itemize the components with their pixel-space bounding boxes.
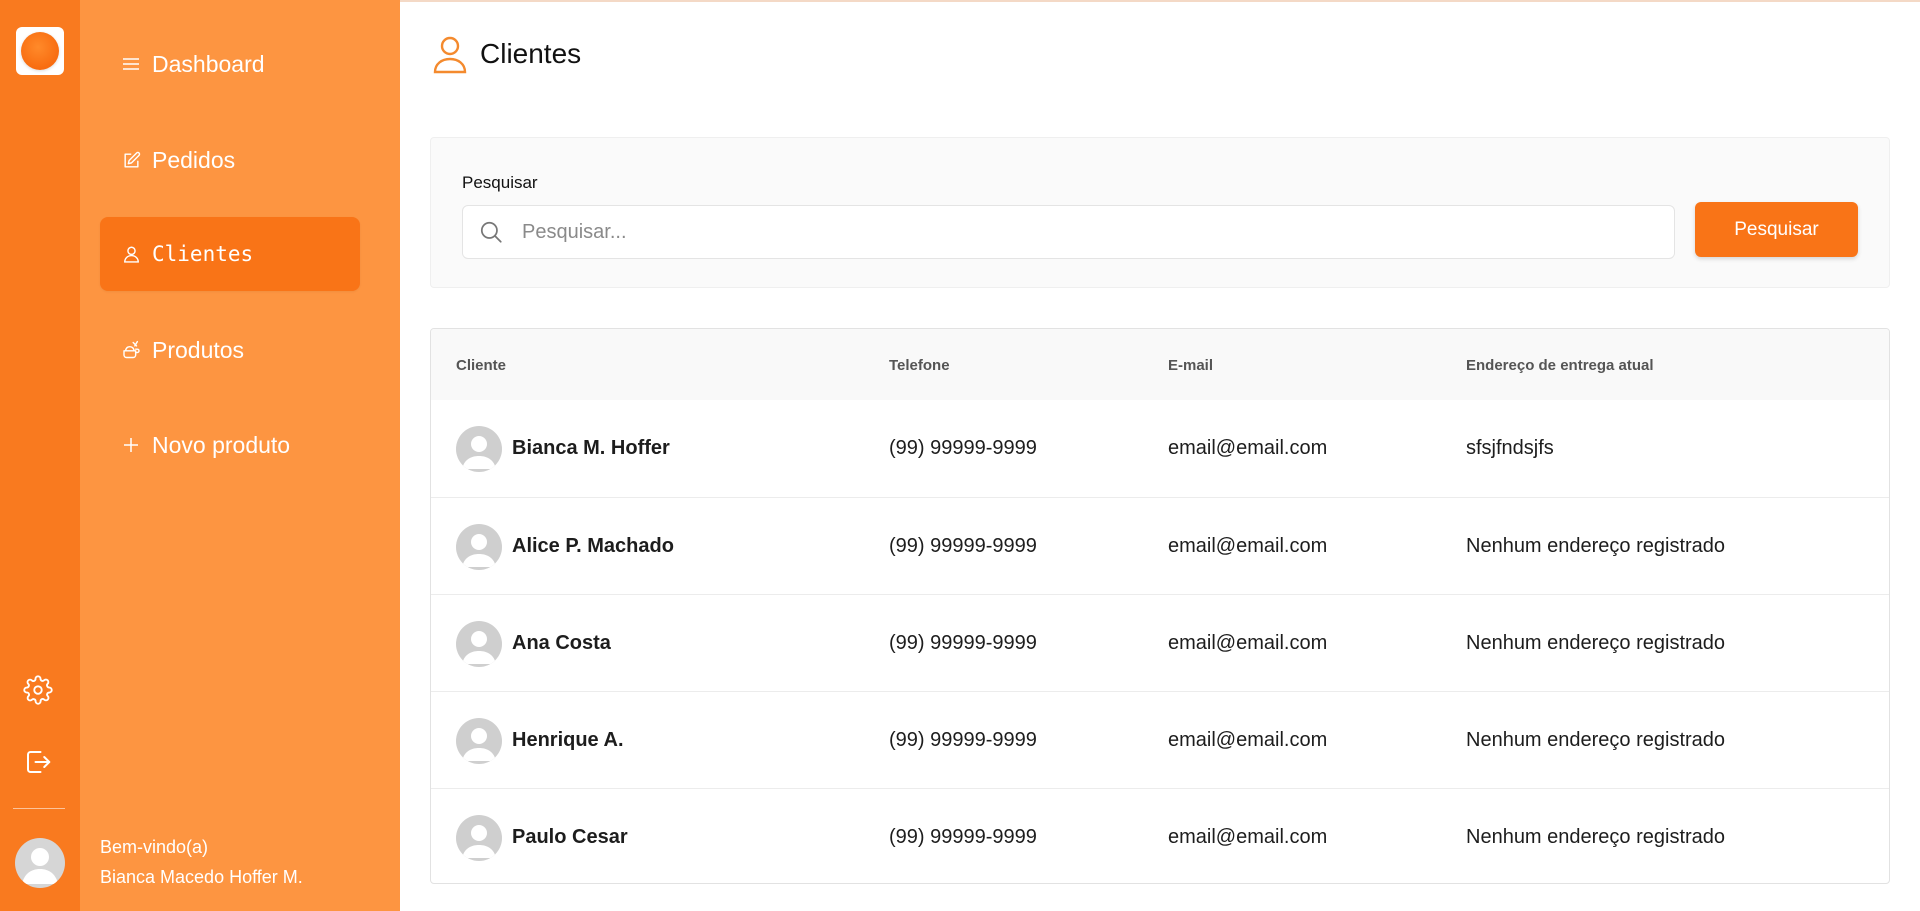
clients-table: Cliente Telefone E-mail Endereço de entr… bbox=[430, 328, 1890, 884]
client-phone: (99) 99999-9999 bbox=[889, 826, 1037, 848]
nav-item-clientes[interactable]: Clientes bbox=[100, 217, 360, 291]
search-button[interactable]: Pesquisar bbox=[1695, 202, 1858, 257]
client-name: Paulo Cesar bbox=[512, 826, 628, 848]
client-email: email@email.com bbox=[1168, 826, 1328, 848]
nav-label: Pedidos bbox=[152, 146, 236, 173]
user-silhouette-icon bbox=[462, 630, 496, 664]
logout-icon bbox=[27, 751, 51, 773]
app-logo[interactable] bbox=[16, 27, 64, 75]
main-content: Clientes Pesquisar Pesquisar Cliente Tel… bbox=[400, 0, 1920, 911]
client-cell: Bianca M. Hoffer bbox=[456, 400, 670, 497]
menu-lines-icon bbox=[120, 53, 142, 75]
client-avatar bbox=[456, 620, 502, 667]
client-cell: Ana Costa bbox=[456, 595, 611, 692]
search-label: Pesquisar bbox=[462, 173, 538, 192]
column-header-cliente[interactable]: Cliente bbox=[456, 357, 506, 374]
client-cell: Henrique A. bbox=[456, 692, 624, 789]
client-email: email@email.com bbox=[1168, 729, 1328, 751]
welcome-greeting: Bem-vindo(a) bbox=[100, 837, 209, 857]
column-header-email[interactable]: E-mail bbox=[1168, 357, 1213, 374]
client-address: Nenhum endereço registrado bbox=[1466, 535, 1726, 557]
client-email: email@email.com bbox=[1168, 632, 1328, 654]
client-avatar bbox=[456, 717, 502, 764]
user-outline-icon bbox=[433, 36, 467, 74]
client-avatar bbox=[456, 814, 502, 861]
client-name: Henrique A. bbox=[512, 729, 624, 751]
table-body: Bianca M. Hoffer (99) 99999-9999 email@e… bbox=[431, 400, 1889, 883]
user-avatar[interactable] bbox=[15, 838, 65, 888]
nav-item-pedidos[interactable]: Pedidos bbox=[100, 123, 360, 197]
client-address: sfsjfndsjfs bbox=[1466, 437, 1554, 459]
nav-item-dashboard[interactable]: Dashboard bbox=[100, 27, 360, 101]
rail-divider bbox=[13, 808, 65, 809]
client-address: Nenhum endereço registrado bbox=[1466, 632, 1726, 654]
client-email: email@email.com bbox=[1168, 437, 1328, 459]
plus-icon bbox=[120, 434, 142, 456]
logout-button[interactable] bbox=[20, 744, 56, 780]
table-row[interactable]: Henrique A. (99) 99999-9999 email@email.… bbox=[431, 691, 1889, 788]
client-avatar bbox=[456, 425, 502, 472]
client-address: Nenhum endereço registrado bbox=[1466, 826, 1726, 848]
edit-note-icon bbox=[120, 149, 142, 171]
nav-label: Dashboard bbox=[152, 50, 265, 77]
client-avatar bbox=[456, 523, 502, 570]
table-row[interactable]: Paulo Cesar (99) 99999-9999 email@email.… bbox=[431, 788, 1889, 883]
user-silhouette-icon bbox=[462, 824, 496, 858]
column-header-telefone[interactable]: Telefone bbox=[889, 357, 950, 374]
client-phone: (99) 99999-9999 bbox=[889, 535, 1037, 557]
table-header: Cliente Telefone E-mail Endereço de entr… bbox=[431, 329, 1889, 400]
food-tray-icon bbox=[120, 339, 142, 361]
search-panel: Pesquisar Pesquisar bbox=[430, 137, 1890, 288]
client-phone: (99) 99999-9999 bbox=[889, 632, 1037, 654]
page-header: Clientes bbox=[432, 34, 581, 74]
client-name: Alice P. Machado bbox=[512, 535, 674, 557]
logo-mark bbox=[21, 32, 59, 70]
client-name: Bianca M. Hoffer bbox=[512, 437, 670, 459]
nav-item-novo-produto[interactable]: Novo produto bbox=[100, 408, 360, 482]
user-silhouette-icon bbox=[462, 727, 496, 761]
welcome-user-name: Bianca Macedo Hoffer M. bbox=[100, 867, 303, 887]
nav-label: Novo produto bbox=[152, 431, 291, 458]
nav-item-produtos[interactable]: Produtos bbox=[100, 313, 360, 387]
user-silhouette-icon bbox=[22, 848, 58, 884]
welcome-block: Bem-vindo(a) Bianca Macedo Hoffer M. bbox=[100, 832, 303, 892]
client-address: Nenhum endereço registrado bbox=[1466, 729, 1726, 751]
client-phone: (99) 99999-9999 bbox=[889, 437, 1037, 459]
table-row[interactable]: Ana Costa (99) 99999-9999 email@email.co… bbox=[431, 594, 1889, 691]
sidebar: Dashboard Pedidos Clientes Produtos Novo… bbox=[80, 0, 400, 911]
user-icon bbox=[120, 243, 142, 265]
search-field[interactable] bbox=[462, 205, 1675, 259]
page-title: Clientes bbox=[480, 38, 582, 69]
user-silhouette-icon bbox=[462, 533, 496, 567]
client-name: Ana Costa bbox=[512, 632, 611, 654]
user-silhouette-icon bbox=[462, 435, 496, 469]
table-row[interactable]: Bianca M. Hoffer (99) 99999-9999 email@e… bbox=[431, 400, 1889, 497]
search-icon bbox=[480, 221, 502, 243]
table-row[interactable]: Alice P. Machado (99) 99999-9999 email@e… bbox=[431, 497, 1889, 594]
column-header-endereco[interactable]: Endereço de entrega atual bbox=[1466, 357, 1654, 374]
client-cell: Alice P. Machado bbox=[456, 498, 674, 595]
nav-label: Clientes bbox=[152, 242, 254, 266]
client-email: email@email.com bbox=[1168, 535, 1328, 557]
client-phone: (99) 99999-9999 bbox=[889, 729, 1037, 751]
search-input[interactable] bbox=[522, 220, 1622, 244]
icon-rail bbox=[0, 0, 80, 911]
settings-button[interactable] bbox=[20, 672, 56, 708]
nav-label: Produtos bbox=[152, 336, 245, 363]
client-cell: Paulo Cesar bbox=[456, 789, 628, 883]
gear-icon bbox=[23, 675, 53, 705]
